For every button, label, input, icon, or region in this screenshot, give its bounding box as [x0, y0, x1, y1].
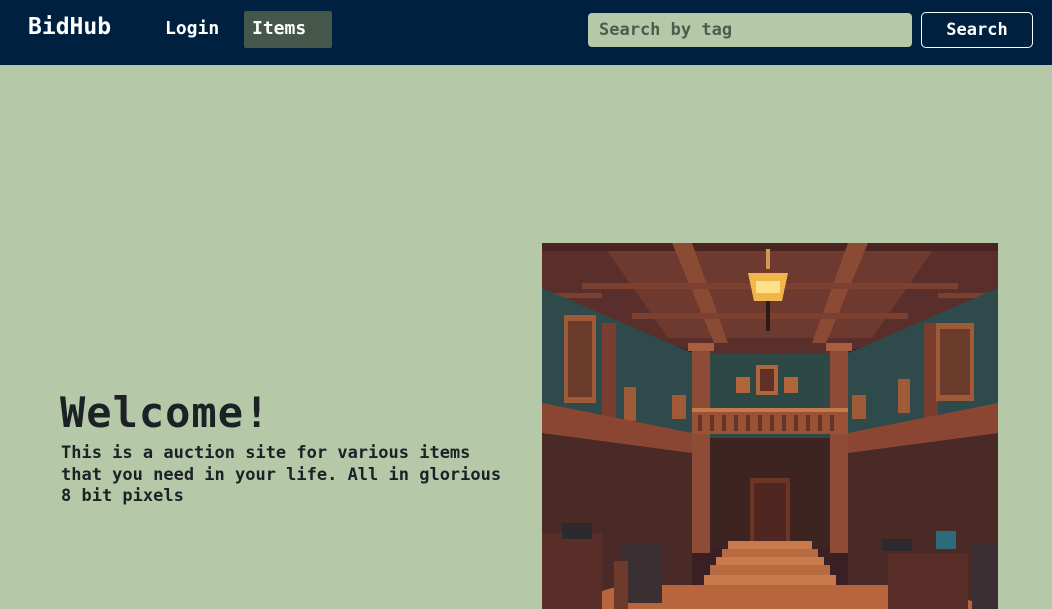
auction-hall-image — [542, 243, 998, 609]
hero-title: Welcome! — [60, 388, 271, 437]
search-button[interactable]: Search — [921, 12, 1033, 48]
search-input[interactable] — [588, 13, 912, 47]
nav-link-login[interactable]: Login — [157, 11, 227, 48]
navbar: BidHub Login Items Search — [0, 0, 1052, 65]
nav-link-items[interactable]: Items — [244, 11, 332, 48]
brand-logo[interactable]: BidHub — [28, 14, 111, 40]
hero-description: This is a auction site for various items… — [61, 443, 502, 506]
